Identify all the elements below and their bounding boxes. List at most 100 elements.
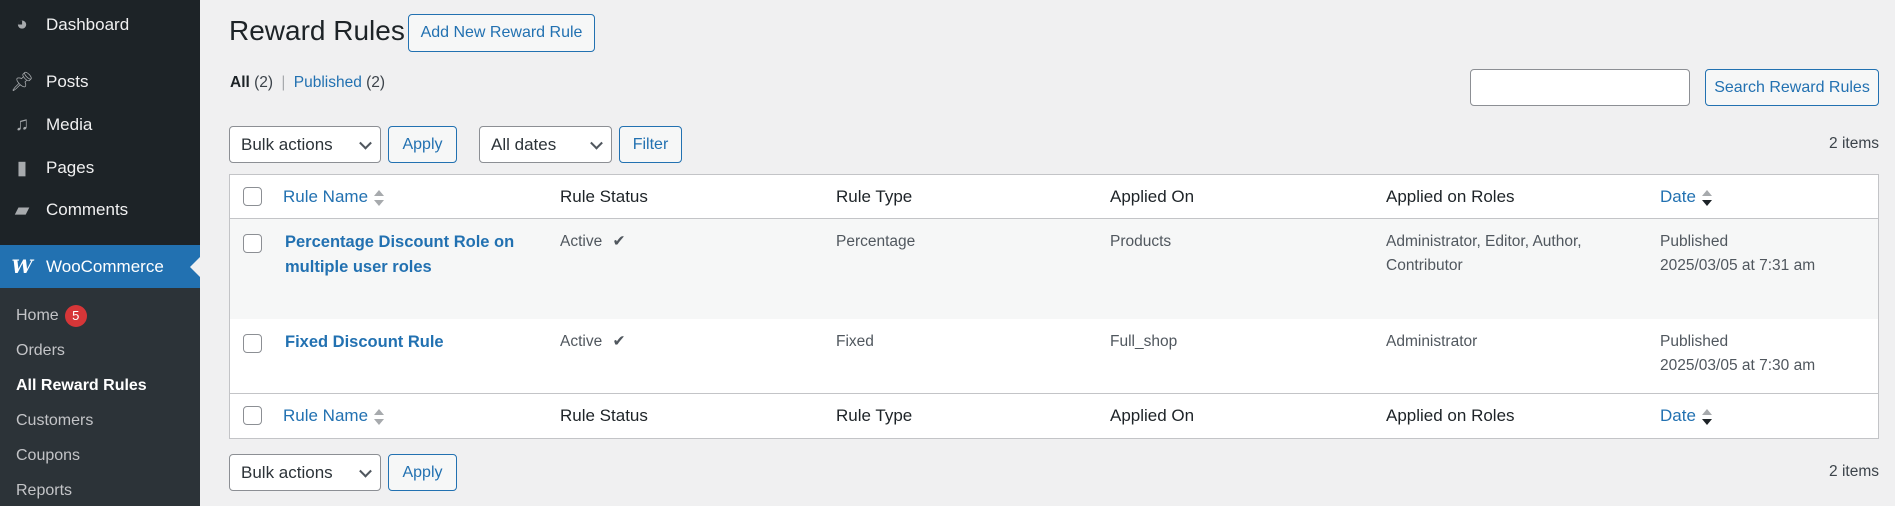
row-checkbox[interactable] [243,334,262,353]
notification-badge: 5 [64,305,87,327]
applied-roles: Administrator, Editor, Author, Contribut… [1386,233,1582,274]
select-value: All dates [491,134,557,154]
items-count: 2 items [1829,135,1879,152]
search-input[interactable] [1470,69,1690,106]
media-icon: ♫ [14,114,30,135]
chevron-down-icon [590,136,603,150]
menu-label: Pages [46,158,95,177]
search-reward-rules-button[interactable]: Search Reward Rules [1705,69,1879,106]
woocommerce-submenu: Home 5 Orders All Reward Rules Customers … [0,288,200,506]
sidebar-item-dashboard[interactable]: ◕ Dashboard [0,5,200,45]
add-new-reward-rule-button[interactable]: Add New Reward Rule [408,14,595,52]
sidebar-item-posts[interactable]: 📌︎ Posts [0,62,200,102]
table-row: Percentage Discount Role on multiple use… [230,219,1878,319]
submenu-customers[interactable]: Customers [16,412,93,430]
menu-label: Posts [46,72,89,91]
menu-label: Comments [46,200,129,219]
column-applied-on: Applied On [1110,406,1195,425]
column-rule-name[interactable]: Rule Name [283,187,385,207]
applied-on: Products [1110,233,1172,250]
submenu-all-reward-rules[interactable]: All Reward Rules [16,377,147,395]
column-label: Rule Name [283,406,369,425]
column-label: Date [1660,406,1696,425]
select-all-checkbox[interactable] [243,187,262,206]
rule-name-link[interactable]: Fixed Discount Rule [285,333,444,351]
rule-type: Percentage [836,233,916,250]
select-value: Bulk actions [241,462,333,482]
column-rule-status: Rule Status [560,406,648,425]
column-applied-on-roles: Applied on Roles [1386,187,1515,206]
select-value: Bulk actions [241,134,333,154]
page-title: Reward Rules [229,15,405,46]
column-label: Date [1660,187,1696,206]
rule-type: Fixed [836,333,874,350]
chevron-down-icon [359,464,372,478]
submenu-home[interactable]: Home 5 [16,305,87,327]
date-filter-select[interactable]: All dates [479,126,612,163]
sort-desc-icon [1701,189,1712,206]
rule-status: Active ✔ [560,230,626,254]
rule-name-link[interactable]: Percentage Discount Role on multiple use… [285,233,514,276]
sidebar-item-woocommerce[interactable]: W WooCommerce [0,245,200,288]
woocommerce-icon: W [11,255,33,278]
sidebar-item-comments[interactable]: ▰ Comments [0,190,200,230]
submenu-orders[interactable]: Orders [16,342,65,360]
items-count-bottom: 2 items [1829,463,1879,480]
view-filters: All (2) | Published (2) [230,74,385,92]
rule-status: Active ✔ [560,330,626,354]
view-all-count: (2) [254,74,274,91]
sort-desc-icon [1701,408,1712,425]
submenu-coupons[interactable]: Coupons [16,447,80,465]
submenu-reports[interactable]: Reports [16,482,72,500]
column-label: Rule Name [283,187,369,206]
sort-icon [374,408,385,425]
date-cell: Published 2025/03/05 at 7:31 am [1660,230,1815,278]
select-all-checkbox[interactable] [243,406,262,425]
publish-status: Published [1660,233,1729,250]
publish-date: 2025/03/05 at 7:30 am [1660,357,1816,374]
sidebar-item-media[interactable]: ♫ Media [0,105,200,145]
status-text: Active [560,233,603,250]
column-date[interactable]: Date [1660,406,1712,426]
filter-button[interactable]: Filter [619,126,682,163]
applied-roles: Administrator [1386,333,1478,350]
column-rule-name[interactable]: Rule Name [283,406,385,426]
publish-status: Published [1660,333,1729,350]
pin-icon: 📌︎ [9,72,35,93]
table-row: Fixed Discount Rule Active ✔ Fixed Full_… [230,319,1878,394]
pages-icon: ▮ [16,157,28,179]
comment-icon: ▰ [14,199,30,221]
publish-date: 2025/03/05 at 7:31 am [1660,257,1816,274]
view-all-link[interactable]: All [230,74,250,91]
column-rule-status: Rule Status [560,187,648,206]
row-checkbox[interactable] [243,234,262,253]
menu-label: WooCommerce [46,256,164,276]
column-date[interactable]: Date [1660,187,1712,207]
separator: | [281,74,286,91]
view-published-count: (2) [366,74,386,91]
chevron-down-icon [359,136,372,150]
column-rule-type: Rule Type [836,187,913,206]
status-text: Active [560,333,603,350]
sidebar-item-pages[interactable]: ▮ Pages [0,148,200,188]
reward-rules-table: Rule Name Rule Status Rule Type Applied … [229,174,1879,439]
bulk-actions-select[interactable]: Bulk actions [229,126,381,163]
view-published-link[interactable]: Published [294,74,362,91]
table-footer: Rule Name Rule Status Rule Type Applied … [230,394,1878,438]
column-rule-type: Rule Type [836,406,913,425]
submenu-label: Home [16,307,59,325]
check-icon: ✔ [612,333,626,350]
date-cell: Published 2025/03/05 at 7:30 am [1660,330,1815,378]
apply-button[interactable]: Apply [388,126,457,163]
applied-on: Full_shop [1110,333,1178,350]
check-icon: ✔ [612,233,626,250]
sort-icon [374,189,385,206]
menu-label: Media [46,115,93,134]
bulk-actions-select-bottom[interactable]: Bulk actions [229,454,381,491]
admin-sidebar: ◕ Dashboard 📌︎ Posts ♫ Media ▮ Pages ▰ Commen… [0,0,200,506]
table-header: Rule Name Rule Status Rule Type Applied … [230,175,1878,219]
column-applied-on: Applied On [1110,187,1195,206]
menu-label: Dashboard [46,15,130,34]
apply-button-bottom[interactable]: Apply [388,454,457,491]
dashboard-icon: ◕ [16,14,28,35]
